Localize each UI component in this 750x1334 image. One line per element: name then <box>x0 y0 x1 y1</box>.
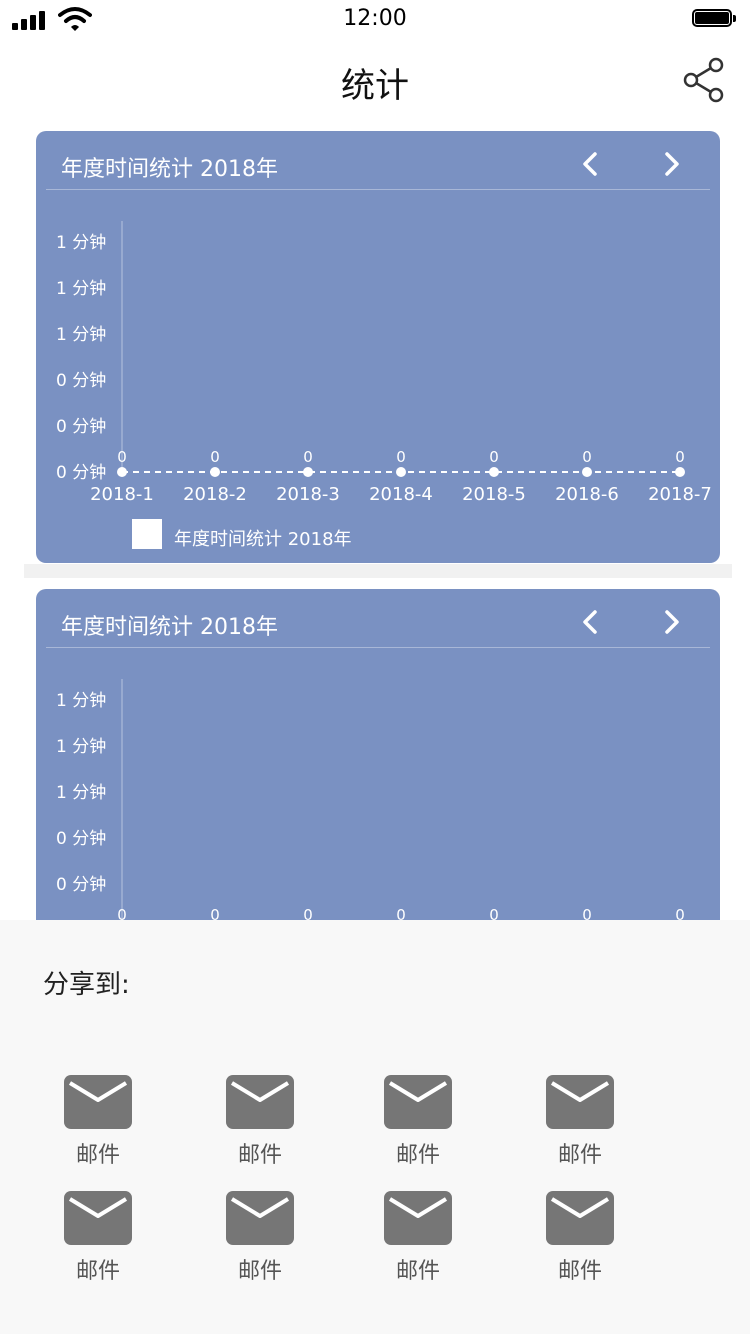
card-separator <box>24 564 732 578</box>
data-label: 0 <box>396 448 406 466</box>
y-tick-label: 1 分钟 <box>56 783 106 803</box>
x-tick-label: 2018-5 <box>462 484 526 505</box>
chart-title: 年度时间统计 2018年 <box>61 157 278 182</box>
share-item-label: 邮件 <box>237 1259 282 1284</box>
share-title: 分享到: <box>43 970 130 1000</box>
x-tick-label: 2018-2 <box>183 484 247 505</box>
chart-header: 年度时间统计 2018年 <box>36 589 720 649</box>
share-item-mail[interactable]: 邮件 <box>52 1075 142 1175</box>
y-tick-label: 0 分钟 <box>56 463 106 483</box>
share-sheet: 分享到: 邮件 邮件 邮件 邮件 邮件 邮件 邮件 邮件 <box>0 920 750 1334</box>
chevron-right-icon[interactable] <box>656 149 686 179</box>
line-chart: 0 分钟0 分钟1 分钟1 分钟1 分钟0 0 0 0 0 0 0 <box>56 679 685 929</box>
share-icon[interactable] <box>682 56 726 104</box>
chart-title: 年度时间统计 2018年 <box>61 615 278 640</box>
share-item-mail[interactable]: 邮件 <box>372 1075 462 1175</box>
share-item-mail[interactable]: 邮件 <box>534 1191 624 1291</box>
mail-icon <box>64 1191 132 1245</box>
data-label: 0 <box>675 448 685 466</box>
data-label: 0 <box>489 448 499 466</box>
mail-icon <box>226 1075 294 1129</box>
mail-icon <box>384 1191 452 1245</box>
y-tick-label: 1 分钟 <box>56 233 106 253</box>
share-item-mail[interactable]: 邮件 <box>214 1075 304 1175</box>
share-item-mail[interactable]: 邮件 <box>52 1191 142 1291</box>
data-point <box>210 467 220 477</box>
share-item-label: 邮件 <box>75 1143 120 1168</box>
share-item-label: 邮件 <box>75 1259 120 1284</box>
share-item-label: 邮件 <box>557 1259 602 1284</box>
battery-icon <box>692 9 736 29</box>
y-tick-label: 0 分钟 <box>56 417 106 437</box>
data-point <box>117 467 127 477</box>
y-tick-label: 1 分钟 <box>56 325 106 345</box>
data-label: 0 <box>210 448 220 466</box>
share-item-label: 邮件 <box>395 1143 440 1168</box>
y-tick-label: 1 分钟 <box>56 691 106 711</box>
y-tick-label: 0 分钟 <box>56 371 106 391</box>
mail-icon <box>64 1075 132 1129</box>
status-time: 12:00 <box>343 6 407 31</box>
y-tick-label: 1 分钟 <box>56 279 106 299</box>
share-item-label: 邮件 <box>557 1143 602 1168</box>
mail-icon <box>546 1191 614 1245</box>
share-item-label: 邮件 <box>237 1143 282 1168</box>
share-item-mail[interactable]: 邮件 <box>372 1191 462 1291</box>
x-tick-label: 2018-7 <box>648 484 712 505</box>
chevron-left-icon[interactable] <box>576 607 606 637</box>
chevron-right-icon[interactable] <box>656 607 686 637</box>
legend-swatch <box>132 519 162 549</box>
data-point <box>582 467 592 477</box>
data-point <box>675 467 685 477</box>
data-point <box>303 467 313 477</box>
y-tick-label: 0 分钟 <box>56 875 106 895</box>
x-tick-label: 2018-6 <box>555 484 619 505</box>
chart-header: 年度时间统计 2018年 <box>36 131 720 191</box>
share-item-label: 邮件 <box>395 1259 440 1284</box>
data-label: 0 <box>117 448 127 466</box>
data-point <box>396 467 406 477</box>
page-title: 统计 <box>341 66 409 106</box>
data-point <box>489 467 499 477</box>
header-divider <box>46 647 710 648</box>
y-tick-label: 1 分钟 <box>56 737 106 757</box>
status-bar: 12:00 <box>0 0 750 40</box>
data-label: 0 <box>303 448 313 466</box>
share-item-mail[interactable]: 邮件 <box>214 1191 304 1291</box>
data-label: 0 <box>582 448 592 466</box>
legend-label: 年度时间统计 2018年 <box>174 529 352 550</box>
x-tick-label: 2018-3 <box>276 484 340 505</box>
mail-icon <box>384 1075 452 1129</box>
mail-icon <box>546 1075 614 1129</box>
line-chart: 0 分钟 0 分钟 0 分钟 1 分钟 1 分钟 1 分钟 0 2018-1 0 2018-2 0 2… <box>56 221 712 505</box>
share-item-mail[interactable]: 邮件 <box>534 1075 624 1175</box>
y-tick-label: 0 分钟 <box>56 829 106 849</box>
chart-card-1: 年度时间统计 2018年 0 分钟 0 分钟 0 分钟 1 分钟 1 分钟 1 分钟 0 20… <box>36 131 720 563</box>
chart-card-2: 年度时间统计 2018年 0 分钟 0 分钟 1 分钟 1 分钟 1 分钟 0 0 0 0 0 0 0 <box>36 589 720 929</box>
mail-icon <box>226 1191 294 1245</box>
header-divider <box>46 189 710 190</box>
chevron-left-icon[interactable] <box>576 149 606 179</box>
nav-bar: 统计 <box>0 44 750 116</box>
x-tick-label: 2018-1 <box>90 484 154 505</box>
x-tick-label: 2018-4 <box>369 484 433 505</box>
